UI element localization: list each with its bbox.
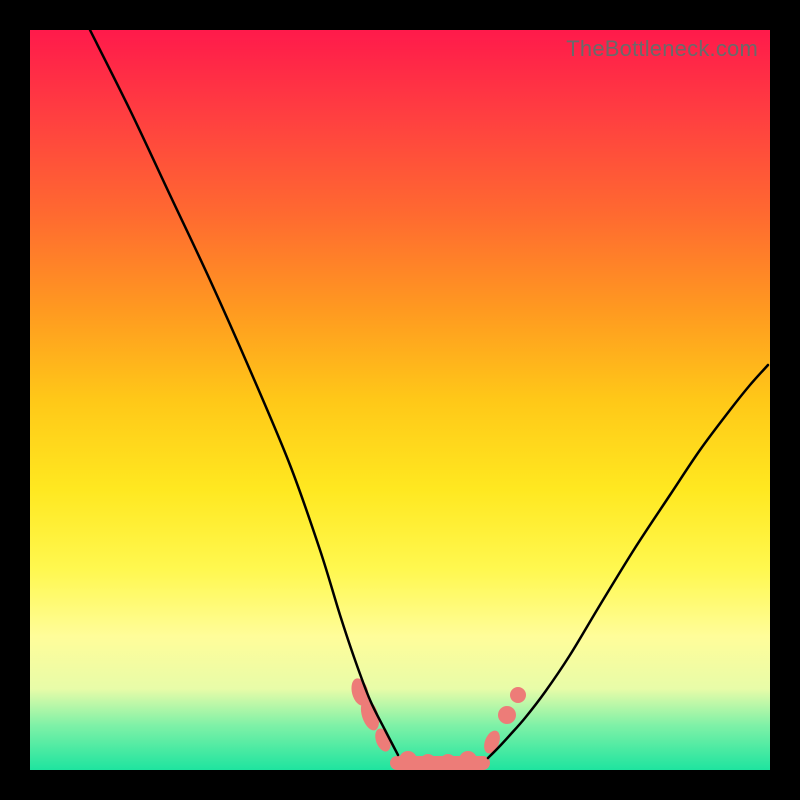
curve-left-branch	[90, 30, 398, 755]
valley-marker-3	[399, 751, 417, 769]
valley-marker-4	[420, 754, 436, 770]
valley-marker-5	[440, 754, 456, 770]
curve-right-branch	[488, 365, 768, 758]
bottleneck-curve-chart	[30, 30, 770, 770]
valley-marker-6	[459, 751, 477, 769]
plot-area: TheBottleneck.com	[30, 30, 770, 770]
valley-marker-8	[498, 706, 516, 724]
valley-marker-7	[481, 728, 503, 755]
valley-marker-9	[510, 687, 526, 703]
chart-frame: TheBottleneck.com	[0, 0, 800, 800]
